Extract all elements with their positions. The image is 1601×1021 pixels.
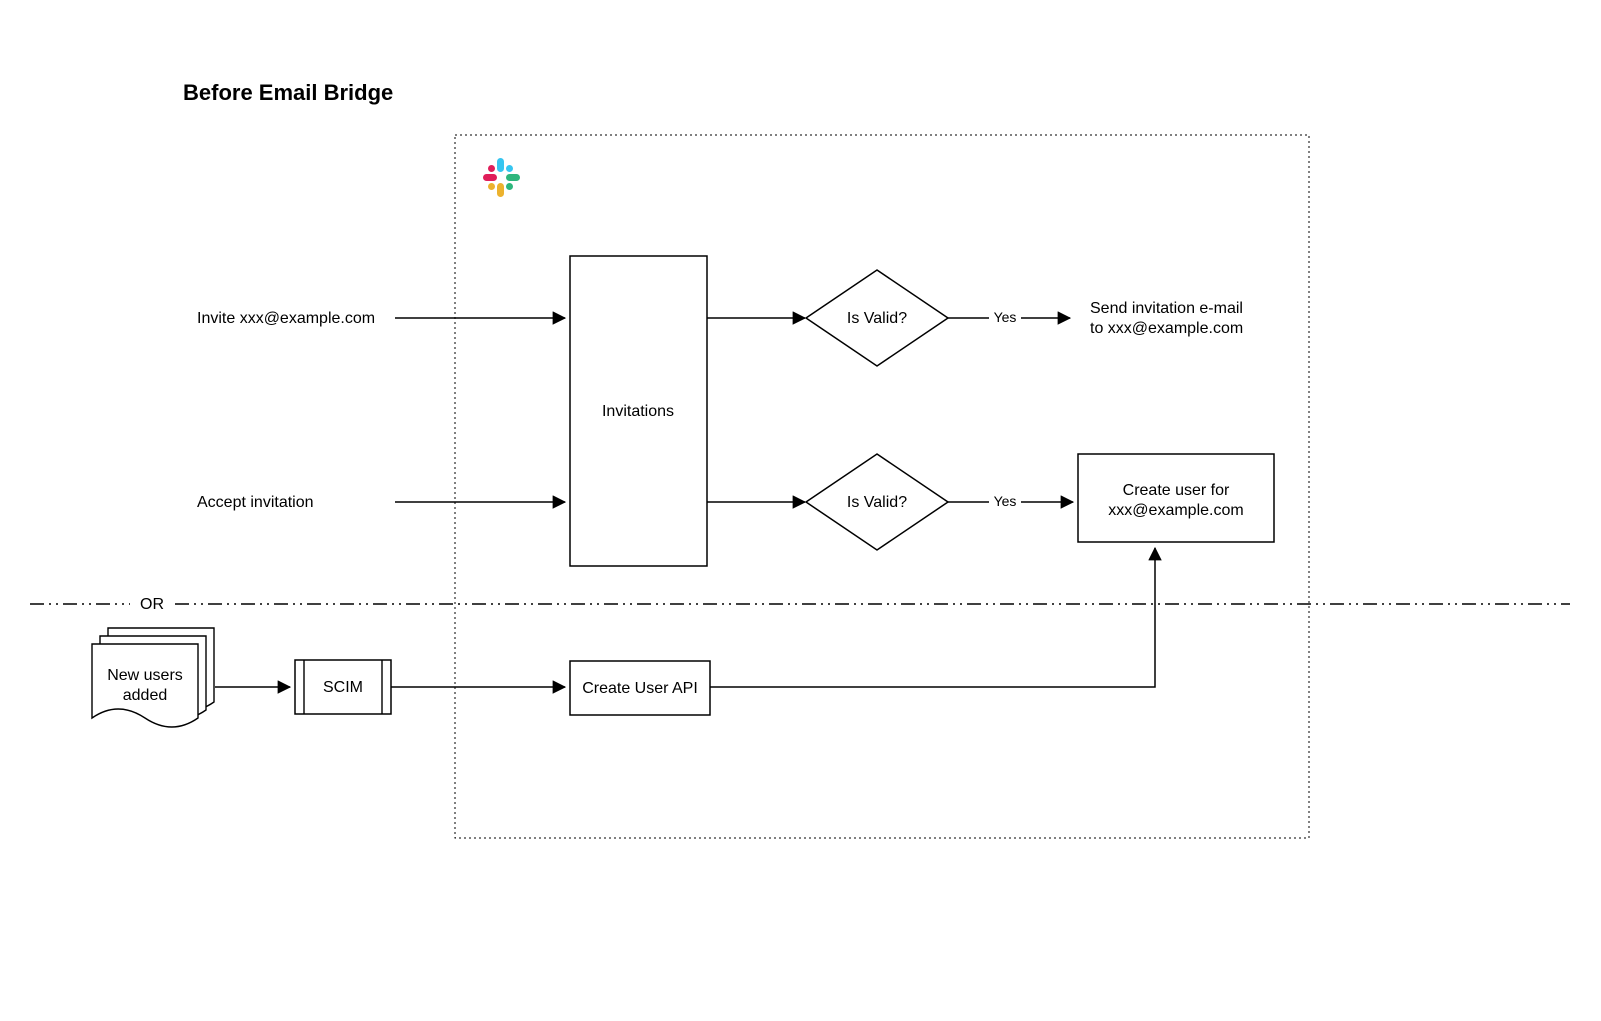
- edge-api-to-create-user: [710, 548, 1155, 687]
- slack-icon: [483, 158, 520, 197]
- node-create-user-api-label: Create User API: [582, 680, 698, 697]
- diagram-canvas: Before Email Bridge Invite xxx@example.c…: [0, 0, 1601, 1021]
- or-divider: OR: [30, 596, 1570, 613]
- edge-valid2-yes-label: Yes: [994, 493, 1017, 509]
- input-invite-label: Invite xxx@example.com: [197, 310, 375, 327]
- node-send-email-line1: Send invitation e-mail: [1090, 300, 1243, 317]
- node-create-user-line2: xxx@example.com: [1108, 502, 1243, 519]
- or-divider-label: OR: [140, 596, 164, 613]
- node-scim-label: SCIM: [323, 679, 363, 696]
- node-create-user-line1: Create user for: [1123, 482, 1230, 499]
- input-accept-label: Accept invitation: [197, 494, 314, 511]
- node-is-valid-2-label: Is Valid?: [847, 494, 907, 511]
- node-new-users-line1: New users: [107, 667, 183, 684]
- node-new-users-line2: added: [123, 687, 168, 704]
- edge-valid1-yes-label: Yes: [994, 309, 1017, 325]
- node-is-valid-1-label: Is Valid?: [847, 310, 907, 327]
- diagram-title: Before Email Bridge: [183, 80, 393, 105]
- node-invitations-label: Invitations: [602, 403, 674, 420]
- node-send-email-line2: to xxx@example.com: [1090, 320, 1243, 337]
